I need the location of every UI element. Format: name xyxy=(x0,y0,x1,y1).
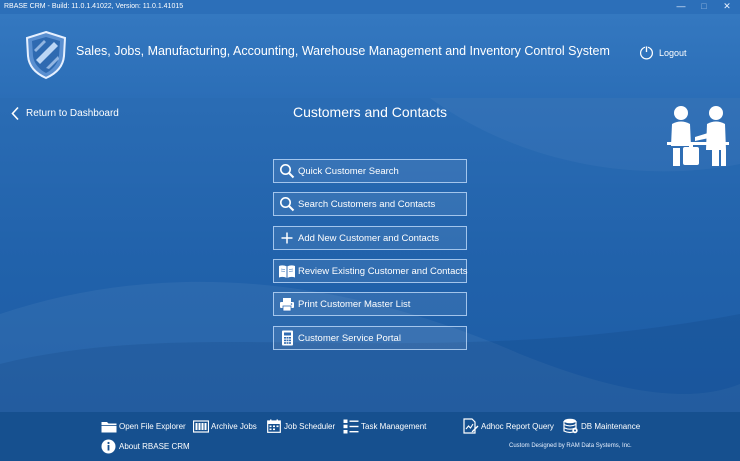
people-meeting-icon xyxy=(667,106,729,166)
menu-label: Review Existing Customer and Contacts xyxy=(298,265,468,277)
calendar-icon xyxy=(265,419,282,434)
window-title: RBASE CRM - Build: 11.0.1.41022, Version… xyxy=(4,3,184,10)
logout-label: Logout xyxy=(659,47,687,58)
footer-label: Archive Jobs xyxy=(211,421,257,431)
task-list-icon xyxy=(342,419,359,434)
footer-label: Job Scheduler xyxy=(284,421,336,431)
footer-label: DB Maintenance xyxy=(581,421,641,431)
printer-icon xyxy=(278,295,296,313)
adhoc-report-query-button[interactable]: Adhoc Report Query xyxy=(462,418,554,434)
menu-label: Print Customer Master List xyxy=(298,298,411,310)
menu-label: Customer Service Portal xyxy=(298,332,401,344)
info-icon xyxy=(100,439,117,454)
archive-jobs-button[interactable]: Archive Jobs xyxy=(192,418,257,434)
maximize-button[interactable]: □ xyxy=(693,0,715,14)
calculator-icon xyxy=(278,329,296,347)
footer-toolbar: Open File Explorer Archive Jobs Job Sche… xyxy=(0,412,740,461)
plus-icon xyxy=(278,229,296,247)
shield-logo-icon xyxy=(25,30,67,80)
db-maintenance-button[interactable]: DB Maintenance xyxy=(562,418,640,434)
footer-label: Adhoc Report Query xyxy=(481,421,554,431)
review-existing-customer-button[interactable]: Review Existing Customer and Contacts xyxy=(273,259,468,283)
app-title: Sales, Jobs, Manufacturing, Accounting, … xyxy=(76,44,610,58)
folder-icon xyxy=(100,419,117,434)
search-icon xyxy=(278,162,296,180)
quick-customer-search-button[interactable]: Quick Customer Search xyxy=(273,159,467,183)
menu-label: Search Customers and Contacts xyxy=(298,198,436,210)
close-button[interactable]: ✕ xyxy=(716,0,738,14)
job-scheduler-button[interactable]: Job Scheduler xyxy=(265,418,335,434)
print-customer-master-list-button[interactable]: Print Customer Master List xyxy=(273,292,467,316)
task-management-button[interactable]: Task Management xyxy=(342,418,426,434)
customer-service-portal-button[interactable]: Customer Service Portal xyxy=(273,326,467,350)
open-file-explorer-button[interactable]: Open File Explorer xyxy=(100,418,186,434)
database-icon xyxy=(562,418,579,434)
add-new-customer-button[interactable]: Add New Customer and Contacts xyxy=(273,226,467,250)
archive-icon xyxy=(192,419,209,434)
title-bar: RBASE CRM - Build: 11.0.1.41022, Version… xyxy=(0,0,740,14)
report-edit-icon xyxy=(462,418,479,434)
minimize-button[interactable]: — xyxy=(670,0,692,14)
footer-label: Task Management xyxy=(361,421,427,431)
book-icon xyxy=(278,262,296,280)
search-icon xyxy=(278,195,296,213)
footer-label: About RBASE CRM xyxy=(119,441,190,451)
power-icon xyxy=(639,45,654,60)
page-title: Customers and Contacts xyxy=(292,104,448,120)
footer-label: Open File Explorer xyxy=(119,421,186,431)
logout-button[interactable]: Logout xyxy=(639,44,687,61)
menu-label: Quick Customer Search xyxy=(298,165,399,177)
app-window: Sales, Jobs, Manufacturing, Accounting, … xyxy=(0,14,740,461)
menu-label: Add New Customer and Contacts xyxy=(298,232,439,244)
credit-text: Custom Designed by RAM Data Systems, Inc… xyxy=(509,443,632,449)
search-customers-and-contacts-button[interactable]: Search Customers and Contacts xyxy=(273,192,467,216)
about-rbase-crm-button[interactable]: About RBASE CRM xyxy=(100,438,190,454)
